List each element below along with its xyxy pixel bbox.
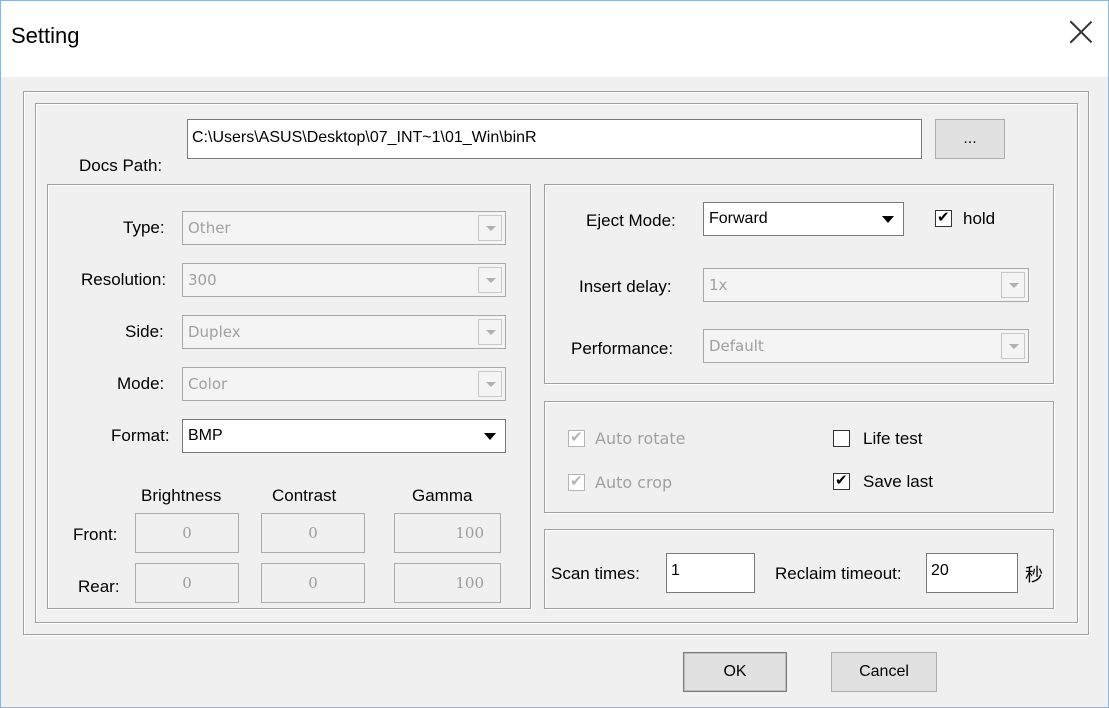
- insert-delay-select[interactable]: 1x: [703, 268, 1029, 302]
- chevron-down-icon: [478, 215, 502, 241]
- options-group: [544, 401, 1054, 513]
- performance-select[interactable]: Default: [703, 329, 1029, 363]
- auto-crop-checkbox[interactable]: [568, 472, 585, 491]
- type-label: Type:: [123, 218, 165, 237]
- chevron-down-icon: [478, 267, 502, 293]
- auto-rotate-checkbox[interactable]: [568, 428, 585, 447]
- docs-path-label: Docs Path:: [79, 156, 163, 175]
- side-label: Side:: [125, 322, 164, 341]
- side-select[interactable]: Duplex: [182, 315, 506, 349]
- save-last-checkbox[interactable]: [833, 471, 850, 490]
- setting-dialog: Setting Docs Path: C:\Users\ASUS\Desktop…: [0, 0, 1109, 708]
- scan-times-label: Scan times:: [551, 564, 640, 583]
- hold-label: hold: [963, 209, 996, 228]
- rear-gamma-input[interactable]: 100: [394, 563, 501, 603]
- reclaim-timeout-input[interactable]: 20: [926, 553, 1018, 593]
- resolution-label: Resolution:: [81, 270, 167, 289]
- chevron-down-icon: [478, 319, 502, 345]
- cancel-button[interactable]: Cancel: [831, 652, 937, 692]
- chevron-down-icon: [1001, 272, 1025, 298]
- chevron-down-icon: [478, 423, 502, 449]
- reclaim-timeout-label: Reclaim timeout:: [775, 564, 902, 583]
- front-contrast-input[interactable]: 0: [261, 513, 365, 553]
- format-select[interactable]: BMP: [182, 419, 506, 453]
- chevron-down-icon: [1001, 333, 1025, 359]
- format-label: Format:: [111, 426, 170, 445]
- close-icon[interactable]: [1068, 19, 1094, 45]
- title-bar: Setting: [1, 1, 1108, 77]
- seconds-unit: 秒: [1025, 565, 1043, 586]
- browse-button[interactable]: ...: [935, 119, 1005, 159]
- life-test-label: Life test: [863, 429, 923, 448]
- eject-mode-label: Eject Mode:: [586, 211, 676, 230]
- eject-mode-select[interactable]: Forward: [703, 202, 904, 236]
- contrast-header: Contrast: [272, 486, 337, 505]
- hold-checkbox[interactable]: [935, 208, 952, 227]
- brightness-header: Brightness: [141, 486, 222, 505]
- resolution-select[interactable]: 300: [182, 263, 506, 297]
- auto-rotate-label: Auto rotate: [595, 429, 686, 448]
- rear-label: Rear:: [78, 577, 120, 596]
- front-label: Front:: [73, 525, 118, 544]
- rear-brightness-input[interactable]: 0: [135, 563, 239, 603]
- insert-delay-label: Insert delay:: [579, 277, 672, 296]
- chevron-down-icon: [478, 371, 502, 397]
- mode-label: Mode:: [117, 374, 165, 393]
- auto-crop-label: Auto crop: [595, 473, 673, 492]
- scan-times-input[interactable]: 1: [666, 553, 755, 593]
- front-gamma-input[interactable]: 100: [394, 513, 501, 553]
- docs-path-input[interactable]: C:\Users\ASUS\Desktop\07_INT~1\01_Win\bi…: [187, 119, 922, 159]
- chevron-down-icon: [876, 206, 900, 232]
- mode-select[interactable]: Color: [182, 367, 506, 401]
- performance-label: Performance:: [571, 339, 674, 358]
- ok-button[interactable]: OK: [683, 652, 787, 692]
- life-test-checkbox[interactable]: [833, 430, 850, 447]
- save-last-label: Save last: [863, 472, 933, 491]
- type-select[interactable]: Other: [182, 211, 506, 245]
- rear-contrast-input[interactable]: 0: [261, 563, 365, 603]
- front-brightness-input[interactable]: 0: [135, 513, 239, 553]
- gamma-header: Gamma: [412, 486, 473, 505]
- window-title: Setting: [11, 23, 80, 48]
